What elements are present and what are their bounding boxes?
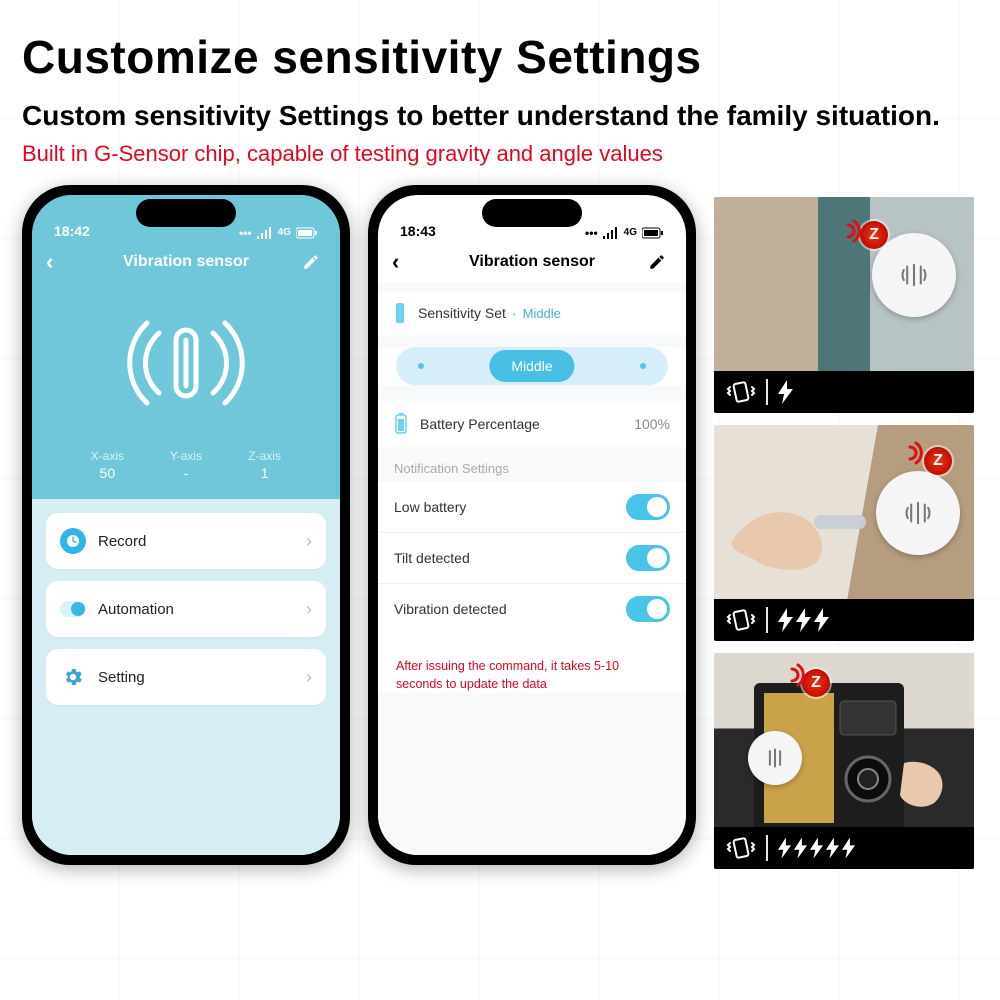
vibrate-icon [726, 379, 756, 405]
axis-readout: X-axis 50 Y-axis - Z-axis 1 [32, 443, 340, 499]
dynamic-island [136, 199, 236, 227]
back-button[interactable]: ‹ [46, 249, 70, 275]
bolt-icon [794, 837, 808, 859]
bolt-icon [814, 608, 830, 632]
screen-title: Vibration sensor [469, 253, 595, 271]
screen-title: Vibration sensor [123, 253, 249, 271]
sensitivity-value: Middle [523, 306, 561, 321]
phone-mockup-overview: 18:42 ••• 4G ‹ Vibration sensor [22, 185, 350, 865]
status-icons: ••• 4G [585, 227, 664, 239]
tile-curtain: Z [714, 197, 974, 413]
chevron-right-icon: › [306, 599, 312, 620]
bolt-icon [810, 837, 824, 859]
notification-section-header: Notification Settings [378, 447, 686, 482]
vibrate-icon [726, 835, 756, 861]
battery-icon [394, 413, 410, 435]
zigbee-badge: Z [924, 447, 952, 475]
clock-icon [60, 528, 86, 554]
signal-waves-icon [886, 433, 926, 473]
signal-waves-icon [824, 211, 864, 251]
row-record[interactable]: Record › [46, 513, 326, 569]
app-header: ‹ Vibration sensor [378, 241, 686, 283]
tile-safe: Z [714, 653, 974, 869]
sensitivity-label: Sensitivity Set [418, 305, 506, 321]
low-battery-toggle[interactable] [626, 494, 670, 520]
use-case-tiles: Z [714, 197, 974, 869]
bolt-group-5 [778, 837, 856, 859]
dynamic-island [482, 199, 582, 227]
automation-icon [60, 596, 86, 622]
clock: 18:42 [54, 223, 90, 239]
battery-label: Battery Percentage [420, 416, 540, 432]
battery-value: 100% [634, 416, 670, 432]
vibrate-icon [726, 607, 756, 633]
back-button[interactable]: ‹ [392, 249, 416, 275]
battery-row: Battery Percentage 100% [378, 401, 686, 447]
page-title: Customize sensitivity Settings [22, 30, 978, 84]
strip-divider [766, 607, 768, 633]
page-accent-line: Built in G-Sensor chip, capable of testi… [22, 141, 978, 167]
vibration-toggle[interactable] [626, 596, 670, 622]
sensor-puck [872, 233, 956, 317]
page-subtitle: Custom sensitivity Settings to better un… [22, 98, 978, 133]
network-4g: 4G [278, 228, 291, 238]
row-record-label: Record [98, 533, 146, 550]
signal-icon [603, 227, 619, 239]
phone-mockup-settings: 18:43 ••• 4G ‹ Vibration sensor [368, 185, 696, 865]
hand-illustration [722, 471, 872, 581]
status-icons: ••• 4G [239, 227, 318, 239]
row-setting[interactable]: Setting › [46, 649, 326, 705]
network-4g: 4G [624, 228, 637, 238]
clock: 18:43 [400, 223, 436, 239]
bolt-icon [778, 380, 794, 404]
vibration-row[interactable]: Vibration detected [378, 583, 686, 634]
y-axis: Y-axis - [156, 449, 216, 481]
latency-warning: After issuing the command, it takes 5-10… [378, 634, 686, 693]
bolt-group-1 [778, 380, 794, 404]
tilt-toggle[interactable] [626, 545, 670, 571]
row-automation[interactable]: Automation › [46, 581, 326, 637]
signal-waves-icon [772, 657, 808, 693]
sensitivity-slider[interactable]: Middle [396, 347, 668, 385]
chevron-right-icon: › [306, 531, 312, 552]
slider-knob[interactable]: Middle [489, 350, 574, 382]
signal-icon [257, 227, 273, 239]
zigbee-badge: Z [860, 221, 888, 249]
z-axis: Z-axis 1 [235, 449, 295, 481]
bolt-icon [796, 608, 812, 632]
gear-icon [60, 664, 86, 690]
low-battery-row[interactable]: Low battery [378, 482, 686, 532]
bolt-icon [826, 837, 840, 859]
low-battery-label: Low battery [394, 499, 466, 515]
strip-divider [766, 835, 768, 861]
chevron-right-icon: › [306, 667, 312, 688]
bolt-icon [778, 608, 794, 632]
bolt-icon [778, 837, 792, 859]
slider-stop-high [640, 363, 646, 369]
edit-button[interactable] [302, 253, 326, 271]
battery-icon [642, 227, 664, 239]
vibration-hero-icon [32, 283, 340, 443]
sensor-puck [748, 731, 802, 785]
app-header: ‹ Vibration sensor [32, 241, 340, 283]
row-automation-label: Automation [98, 601, 174, 618]
slider-stop-low [418, 363, 424, 369]
tilt-row[interactable]: Tilt detected [378, 532, 686, 583]
tile-door-handle: Z [714, 425, 974, 641]
vibration-label: Vibration detected [394, 601, 507, 617]
row-setting-label: Setting [98, 669, 145, 686]
battery-icon [296, 227, 318, 239]
sensitivity-icon [396, 303, 404, 323]
tilt-label: Tilt detected [394, 550, 470, 566]
strip-divider [766, 379, 768, 405]
edit-button[interactable] [648, 253, 672, 271]
bolt-icon [842, 837, 856, 859]
sensor-puck [876, 471, 960, 555]
sensitivity-row[interactable]: Sensitivity Set · Middle [378, 291, 686, 335]
x-axis: X-axis 50 [77, 449, 137, 481]
bolt-group-3 [778, 608, 830, 632]
